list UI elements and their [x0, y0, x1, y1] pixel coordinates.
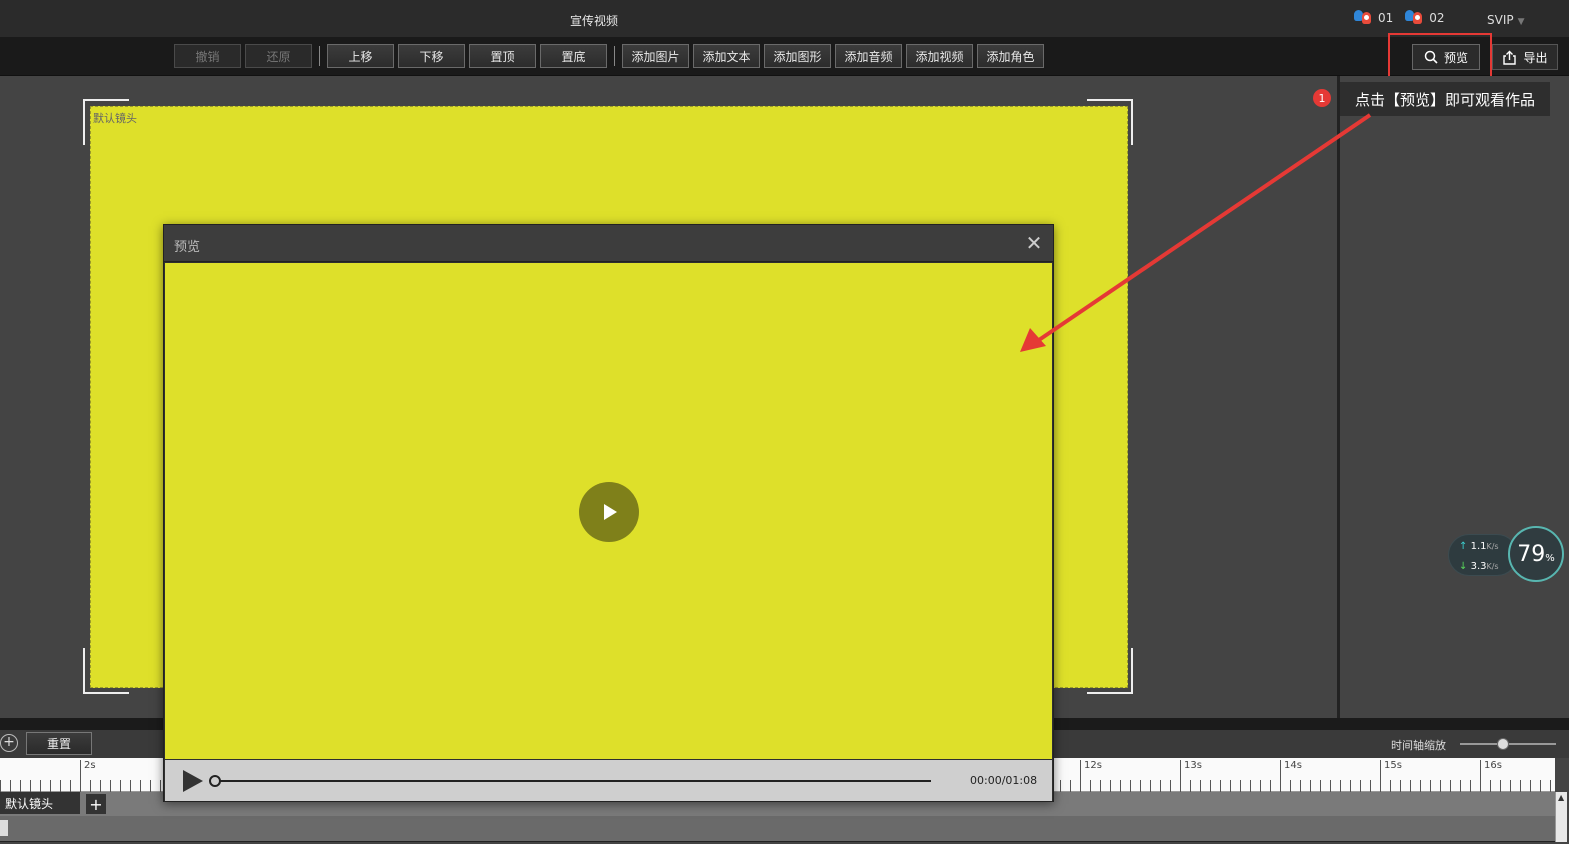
toolbar: 撤销 还原 上移 下移 置顶 置底 添加图片 添加文本 添加图形 添加音频 添加…: [0, 37, 1569, 76]
redo-button[interactable]: 还原: [245, 44, 312, 68]
add-audio-button[interactable]: 添加音频: [835, 44, 902, 68]
timeline-track[interactable]: [0, 816, 1555, 842]
add-character-button[interactable]: 添加角色: [977, 44, 1044, 68]
frame-corner-top-right: [1087, 99, 1133, 145]
send-to-bottom-button[interactable]: 置底: [540, 44, 607, 68]
add-scene-icon[interactable]: +: [86, 794, 106, 814]
collapse-icon[interactable]: [0, 820, 8, 836]
move-up-button[interactable]: 上移: [327, 44, 394, 68]
progress-bar[interactable]: [213, 780, 931, 782]
play-icon[interactable]: [579, 482, 639, 542]
window-title: 宣传视频: [570, 14, 619, 28]
track-name[interactable]: 默认镜头: [0, 792, 80, 814]
add-track-icon[interactable]: +: [0, 734, 18, 752]
dialog-title: 预览: [174, 240, 201, 255]
undo-button[interactable]: 撤销: [174, 44, 241, 68]
download-speed: ↓ 3.3K/s: [1459, 561, 1499, 572]
caret-down-icon: ▼: [1517, 17, 1525, 27]
export-button[interactable]: 导出: [1492, 44, 1558, 70]
tick-label: 16s: [1484, 760, 1502, 771]
player-controls: 00:00/01:08: [165, 760, 1052, 801]
toolbar-divider: [614, 46, 615, 66]
arrow-down-icon: ↓: [1459, 561, 1468, 572]
add-image-button[interactable]: 添加图片: [622, 44, 689, 68]
time-display: 00:00/01:08: [970, 774, 1038, 787]
arrow-up-icon: ↑: [1459, 541, 1468, 552]
reset-button[interactable]: 重置: [26, 732, 92, 755]
download-value: 3.3: [1470, 561, 1487, 572]
upload-speed: ↑ 1.1K/s: [1459, 541, 1499, 552]
move-down-button[interactable]: 下移: [398, 44, 465, 68]
title-bar: 宣传视频 01 02 SVIP ▼: [0, 0, 1569, 37]
tutorial-highlight-box: [1388, 33, 1492, 79]
preview-dialog: 预览 ✕ 00:00/01:08: [163, 224, 1054, 802]
qq-user-icon[interactable]: [1352, 10, 1374, 26]
user-label[interactable]: 01: [1378, 11, 1393, 25]
video-player-area[interactable]: [165, 263, 1052, 759]
usage-value: 79: [1517, 541, 1546, 567]
bring-to-top-button[interactable]: 置顶: [469, 44, 536, 68]
tick-label: 13s: [1184, 760, 1202, 771]
play-icon[interactable]: [179, 768, 205, 794]
scroll-up-icon[interactable]: ▲: [1558, 793, 1564, 802]
progress-handle[interactable]: [209, 775, 221, 787]
add-video-button[interactable]: 添加视频: [906, 44, 973, 68]
properties-panel: [1337, 76, 1569, 718]
export-label: 导出: [1523, 50, 1548, 65]
close-icon[interactable]: ✕: [1024, 233, 1044, 253]
qq-user-icon[interactable]: [1403, 10, 1425, 26]
svip-label: SVIP: [1487, 13, 1514, 27]
svip-menu[interactable]: SVIP ▼: [1487, 13, 1525, 27]
frame-corner-bottom-left: [83, 648, 129, 694]
tick-label: 12s: [1084, 760, 1102, 771]
timeline-scrollbar[interactable]: ▲: [1555, 792, 1567, 842]
dialog-header: 预览 ✕: [164, 225, 1053, 262]
upload-value: 1.1: [1470, 541, 1487, 552]
user-label[interactable]: 02: [1429, 11, 1444, 25]
add-text-button[interactable]: 添加文本: [693, 44, 760, 68]
tick-label: 15s: [1384, 760, 1402, 771]
tutorial-tooltip: 点击【预览】即可观看作品: [1340, 82, 1550, 116]
frame-corner-bottom-right: [1087, 648, 1133, 694]
share-icon: [1503, 50, 1517, 65]
user-list: 01 02: [1352, 10, 1445, 26]
frame-corner-top-left: [83, 99, 129, 145]
toolbar-divider: [319, 46, 320, 66]
usage-unit: %: [1545, 552, 1555, 564]
memory-usage-gauge[interactable]: 79%: [1508, 526, 1564, 582]
add-shape-button[interactable]: 添加图形: [764, 44, 831, 68]
upload-unit: K/s: [1486, 542, 1499, 551]
tick-label: 2s: [84, 760, 96, 771]
tutorial-step-badge: 1: [1313, 89, 1331, 107]
timeline-zoom-label: 时间轴缩放: [1391, 739, 1446, 752]
download-unit: K/s: [1486, 562, 1499, 571]
tick-label: 14s: [1284, 760, 1302, 771]
